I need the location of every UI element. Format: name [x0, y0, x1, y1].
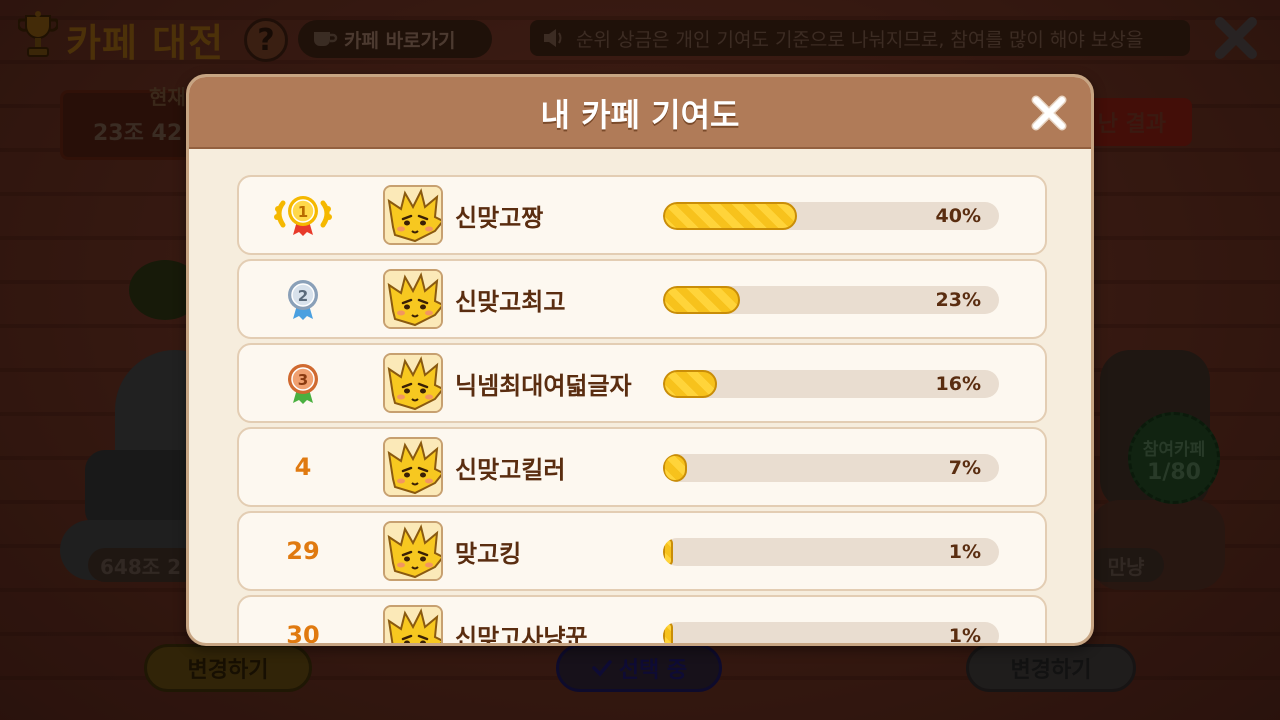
contribution-bar-fill: [663, 202, 798, 230]
rank-row: 2 신맞고최고 23%: [237, 259, 1047, 339]
rank-cell: 1: [263, 177, 343, 253]
avatar: [383, 521, 443, 581]
member-name: 맞고킹: [455, 539, 522, 568]
contribution-bar-fill: [663, 622, 674, 643]
modal-close-icon[interactable]: [1027, 91, 1071, 135]
contribution-percent: 7%: [948, 457, 981, 479]
rank-row: 1 신맞고짱 40%: [237, 175, 1047, 255]
contribution-bar: 16%: [663, 370, 999, 398]
svg-text:3: 3: [298, 371, 308, 389]
member-name: 신맞고짱: [455, 203, 544, 232]
rank-cell: 4: [263, 429, 343, 505]
avatar: [383, 353, 443, 413]
contribution-bar-fill: [663, 454, 687, 482]
member-name: 신맞고킬러: [455, 455, 566, 484]
contribution-bar: 1%: [663, 622, 999, 646]
contribution-modal: 내 카페 기여도 1 신맞고짱 40% 2 신맞고최고 23% 3 닉넴최대여덟글자 16% 4 신…: [186, 74, 1094, 646]
contribution-percent: 1%: [948, 625, 981, 646]
rank-cell: 3: [263, 345, 343, 421]
contribution-bar-fill: [663, 370, 717, 398]
rank-number: 29: [286, 537, 320, 565]
rank-cell: 29: [263, 513, 343, 589]
avatar: [383, 269, 443, 329]
contribution-percent: 40%: [935, 205, 981, 227]
rank-number: 30: [286, 621, 320, 646]
gold-medal-icon: 1: [274, 196, 332, 236]
rank-row: 4 신맞고킬러 7%: [237, 427, 1047, 507]
member-name: 닉넴최대여덟글자: [455, 371, 632, 400]
rank-number: 4: [294, 453, 312, 481]
contribution-percent: 23%: [935, 289, 981, 311]
contribution-bar: 40%: [663, 202, 999, 230]
member-name: 신맞고사냥꾼: [455, 623, 588, 646]
member-name: 신맞고최고: [455, 287, 566, 316]
svg-text:2: 2: [298, 287, 308, 305]
contribution-percent: 16%: [935, 373, 981, 395]
svg-text:1: 1: [298, 203, 308, 221]
contribution-percent: 1%: [948, 541, 981, 563]
rank-row: 30 신맞고사냥꾼 1%: [237, 595, 1047, 646]
contribution-bar: 7%: [663, 454, 999, 482]
modal-title: 내 카페 기여도: [540, 96, 740, 134]
avatar: [383, 185, 443, 245]
contribution-bar-fill: [663, 286, 741, 314]
contribution-bar-fill: [663, 538, 674, 566]
avatar: [383, 605, 443, 643]
bronze-medal-icon: 3: [288, 364, 318, 404]
rank-row: 3 닉넴최대여덟글자 16%: [237, 343, 1047, 423]
rank-cell: 2: [263, 261, 343, 337]
rank-cell: 30: [263, 597, 343, 646]
contribution-bar: 1%: [663, 538, 999, 566]
silver-medal-icon: 2: [288, 280, 318, 320]
rank-row: 29 맞고킹 1%: [237, 511, 1047, 591]
contribution-bar: 23%: [663, 286, 999, 314]
avatar: [383, 437, 443, 497]
